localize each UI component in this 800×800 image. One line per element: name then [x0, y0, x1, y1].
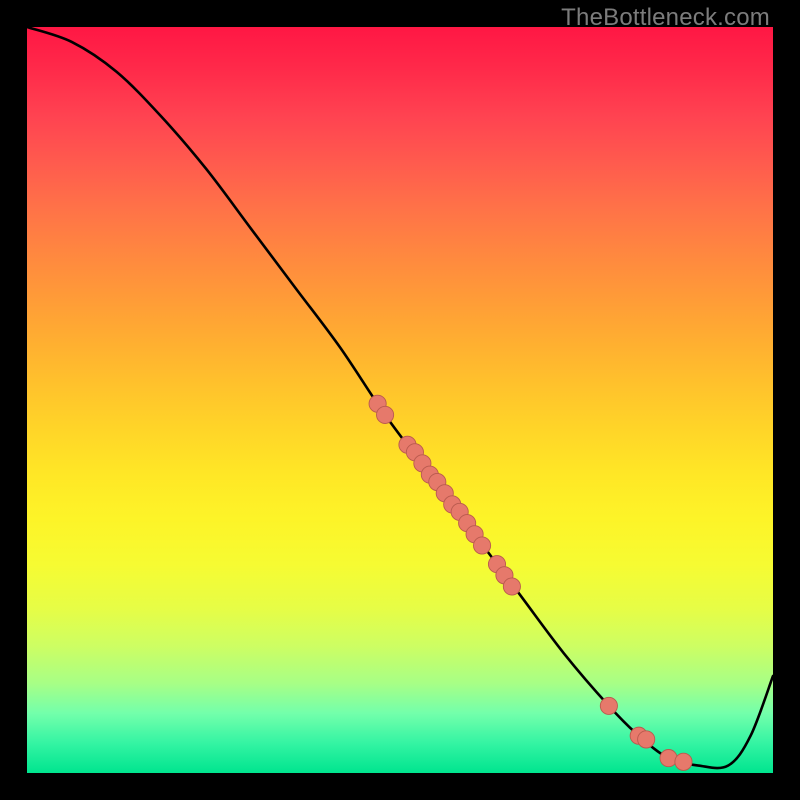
attribution-text: TheBottleneck.com	[561, 4, 770, 32]
data-point	[473, 537, 490, 554]
plot-area	[27, 27, 773, 773]
data-point	[675, 753, 692, 770]
scatter-points	[369, 395, 692, 770]
data-point	[600, 697, 617, 714]
chart-stage: TheBottleneck.com	[0, 0, 800, 800]
data-point	[638, 731, 655, 748]
data-point	[377, 406, 394, 423]
bottleneck-curve	[27, 27, 773, 768]
chart-svg	[27, 27, 773, 773]
data-point	[503, 578, 520, 595]
data-point	[660, 750, 677, 767]
